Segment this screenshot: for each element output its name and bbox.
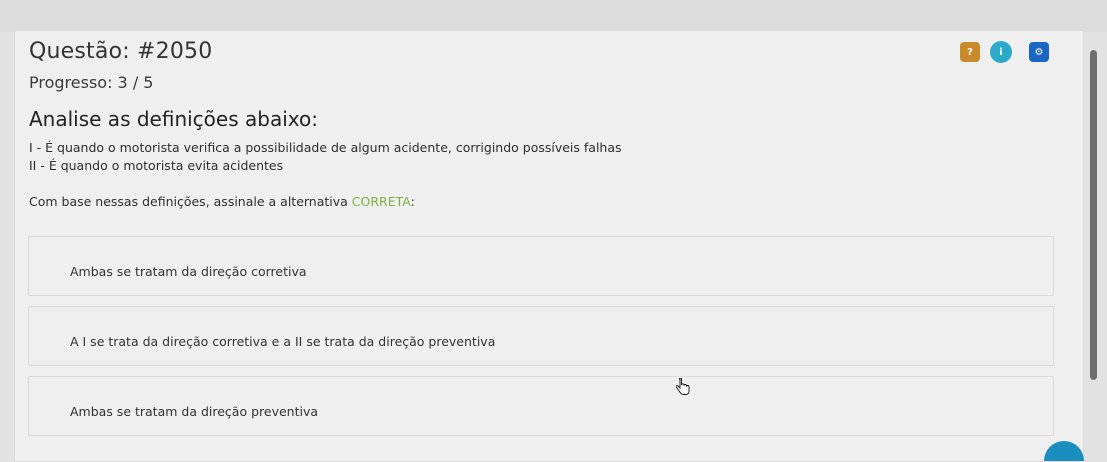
question-heading: Analise as definições abaixo: [29, 107, 318, 131]
definition-1: I - É quando o motorista verifica a poss… [29, 140, 622, 155]
question-title: Questão: #2050 [29, 39, 213, 64]
help-icon: ? [967, 46, 973, 58]
answer-option-label: A I se trata da direção corretiva e a II… [70, 334, 496, 349]
answer-option-label: Ambas se tratam da direção corretiva [70, 264, 307, 279]
info-icon: i [999, 46, 1003, 58]
help-button[interactable]: ? [960, 42, 980, 62]
hand-cursor-icon [676, 378, 690, 395]
top-bar [0, 0, 1107, 32]
settings-icon: ⚙ [1034, 46, 1044, 58]
instruction-prefix: Com base nessas definições, assinale a a… [29, 194, 352, 209]
definition-2: II - É quando o motorista evita acidente… [29, 158, 284, 173]
progress-text: Progresso: 3 / 5 [29, 73, 154, 92]
answer-option-1[interactable]: Ambas se tratam da direção corretiva [28, 236, 1054, 296]
instruction-text: Com base nessas definições, assinale a a… [29, 194, 415, 209]
answer-option-label: Ambas se tratam da direção preventiva [70, 404, 319, 419]
instruction-suffix: : [410, 194, 415, 209]
answer-option-2[interactable]: A I se trata da direção corretiva e a II… [28, 306, 1054, 366]
answer-option-3[interactable]: Ambas se tratam da direção preventiva [28, 376, 1054, 436]
scrollbar-thumb[interactable] [1090, 50, 1097, 380]
info-button[interactable]: i [990, 41, 1012, 63]
question-card: Questão: #2050 Progresso: 3 / 5 ? i ⚙ An… [14, 30, 1084, 462]
instruction-highlight: CORRETA [351, 194, 411, 209]
settings-button[interactable]: ⚙ [1029, 42, 1049, 62]
